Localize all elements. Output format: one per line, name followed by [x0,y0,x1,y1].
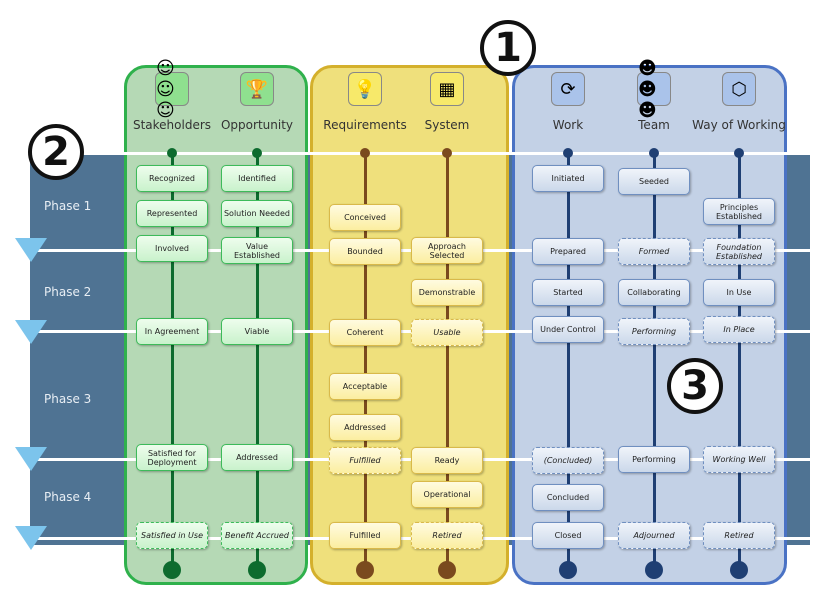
state-card[interactable]: Recognized [136,165,208,192]
state-card[interactable]: Retired [411,522,483,549]
milestone-triangle-icon [15,320,47,344]
marker-1: 1 [480,20,536,76]
state-card[interactable]: Formed [618,238,690,265]
phase-label: Phase 2 [44,285,92,299]
state-card[interactable]: Started [532,279,604,306]
alpha-end-circle [163,561,181,579]
state-card[interactable]: Performing [618,446,690,473]
state-card[interactable]: Initiated [532,165,604,192]
milestone-triangle-icon [15,238,47,262]
alpha-end-circle [438,561,456,579]
state-card[interactable]: Demonstrable [411,279,483,306]
state-card[interactable]: Seeded [618,168,690,195]
hexagons-icon: ⬡ [722,72,756,106]
state-card[interactable]: Approach Selected [411,237,483,264]
state-card[interactable]: Value Established [221,237,293,264]
state-card[interactable]: (Concluded) [532,447,604,474]
trophy-icon: 🏆 [240,72,274,106]
state-card[interactable]: Viable [221,318,293,345]
state-card[interactable]: Under Control [532,316,604,343]
alpha-end-circle [645,561,663,579]
stakeholders-icon: ☺☺☺ [155,58,189,121]
phase-label: Phase 3 [44,392,92,406]
state-card[interactable]: Prepared [532,238,604,265]
state-card[interactable]: Ready [411,447,483,474]
state-card[interactable]: Conceived [329,204,401,231]
state-card[interactable]: Collaborating [618,279,690,306]
state-card[interactable]: Addressed [329,414,401,441]
state-card[interactable]: Operational [411,481,483,508]
alpha-header-system: System [424,118,470,132]
team-icon: ☻☻☻ [637,58,671,121]
work-cycle-icon: ⟳ [551,72,585,106]
marker-2: 2 [28,124,84,180]
state-card[interactable]: Working Well [703,446,775,473]
alpha-header-way-of-working: Way of Working [692,118,786,132]
state-card[interactable]: Adjourned [618,522,690,549]
alpha-start-dot [734,148,744,158]
state-card[interactable]: Bounded [329,238,401,265]
state-card[interactable]: Involved [136,235,208,262]
milestone-triangle-icon [15,447,47,471]
state-card[interactable]: In Use [703,279,775,306]
alpha-header-work: Work [552,118,584,132]
phase-label: Phase 4 [44,490,92,504]
marker-3: 3 [667,358,723,414]
alpha-end-circle [730,561,748,579]
state-card[interactable]: Fulfilled [329,447,401,474]
state-card[interactable]: Coherent [329,319,401,346]
state-card[interactable]: Satisfied in Use [136,522,208,549]
milestone-triangle-icon [15,526,47,550]
state-card[interactable]: Identified [221,165,293,192]
state-card[interactable]: In Agreement [136,318,208,345]
alpha-end-circle [248,561,266,579]
lightbulb-icon: 💡 [348,72,382,106]
state-card[interactable]: Usable [411,319,483,346]
alpha-start-dot [360,148,370,158]
alpha-start-dot [442,148,452,158]
state-card[interactable]: Satisfied for Deployment [136,444,208,471]
alpha-lifeline [653,153,656,568]
alpha-end-circle [356,561,374,579]
state-card[interactable]: Concluded [532,484,604,511]
state-card[interactable]: Represented [136,200,208,227]
state-card[interactable]: Retired [703,522,775,549]
alpha-start-dot [563,148,573,158]
alpha-header-opportunity: Opportunity [220,118,293,132]
state-card[interactable]: Foundation Established [703,238,775,265]
state-card[interactable]: Fulfilled [329,522,401,549]
state-card[interactable]: Acceptable [329,373,401,400]
state-card[interactable]: Principles Established [703,198,775,225]
state-card[interactable]: Benefit Accrued [221,522,293,549]
state-card[interactable]: Addressed [221,444,293,471]
state-card[interactable]: In Place [703,316,775,343]
alpha-start-dot [167,148,177,158]
alpha-start-dot [252,148,262,158]
state-card[interactable]: Closed [532,522,604,549]
system-diagram-icon: ▦ [430,72,464,106]
state-card[interactable]: Solution Needed [221,200,293,227]
milestone-line [20,152,840,155]
phase-label: Phase 1 [44,199,92,213]
alpha-start-dot [649,148,659,158]
state-card[interactable]: Performing [618,318,690,345]
alpha-end-circle [559,561,577,579]
